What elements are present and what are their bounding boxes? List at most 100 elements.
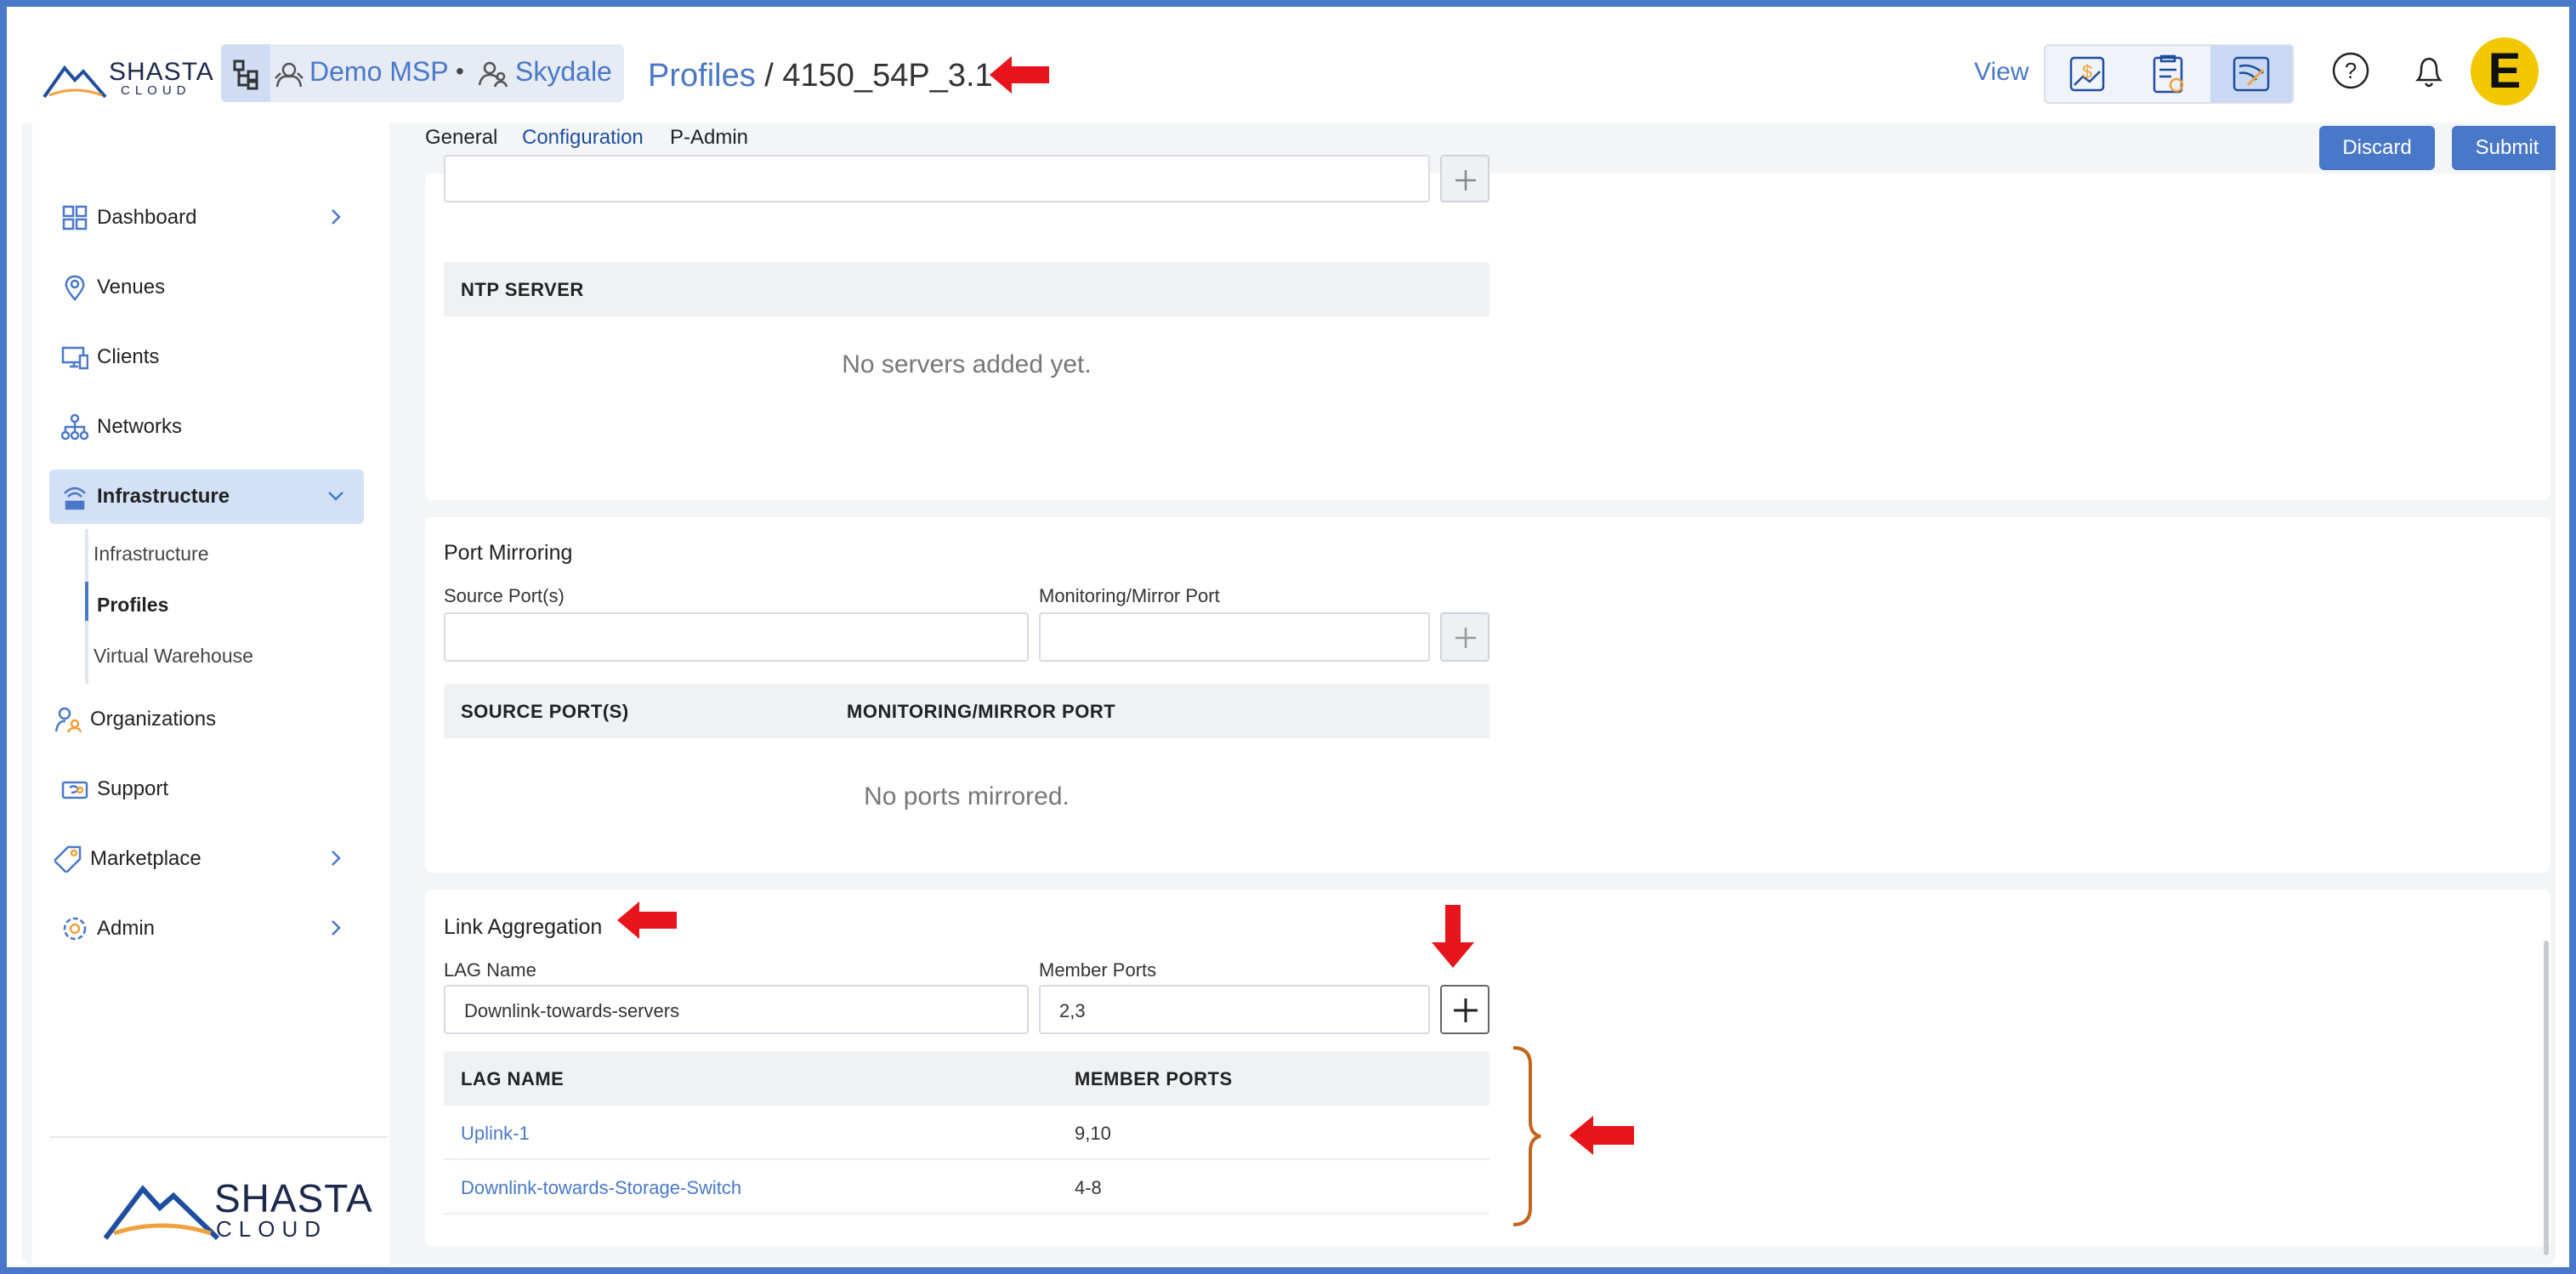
sidebar-item-label: Networks bbox=[97, 415, 183, 438]
chevron-down-icon bbox=[328, 492, 343, 501]
subitem-profiles[interactable]: Profiles bbox=[97, 594, 168, 617]
annotation-arrow-left bbox=[617, 901, 677, 939]
column-source-ports: SOURCE PORT(S) bbox=[461, 701, 629, 722]
source-ports-input[interactable] bbox=[444, 612, 1029, 662]
breadcrumb-profiles[interactable]: Profiles bbox=[648, 58, 756, 94]
sidebar-item-clients[interactable]: Clients bbox=[49, 330, 364, 384]
breadcrumb: Profiles / 4150_54P_3.1 bbox=[648, 58, 993, 94]
context-switcher[interactable]: Demo MSP • Skydale bbox=[221, 44, 624, 102]
member-ports-cell: 4-8 bbox=[1075, 1177, 1102, 1198]
sidebar-item-support[interactable]: Support bbox=[49, 762, 364, 816]
breadcrumb-sep: / bbox=[764, 58, 774, 94]
subitem-virtual-warehouse[interactable]: Virtual Warehouse bbox=[94, 645, 253, 668]
add-ntp-button[interactable] bbox=[1440, 155, 1489, 202]
column-mirror-port: MONITORING/MIRROR PORT bbox=[847, 701, 1116, 722]
tab-configuration[interactable]: Configuration bbox=[522, 126, 644, 150]
network-icon bbox=[2233, 56, 2270, 92]
port-mirroring-title: Port Mirroring bbox=[444, 541, 573, 565]
sidebar-item-label: Support bbox=[97, 777, 169, 800]
sidebar-item-label: Organizations bbox=[90, 708, 217, 731]
table-row[interactable]: Downlink-towards-Storage-Switch 4-8 bbox=[444, 1160, 1489, 1214]
chevron-right-icon bbox=[332, 209, 341, 225]
source-ports-label: Source Port(s) bbox=[444, 585, 565, 606]
table-row[interactable]: Uplink-1 9,10 bbox=[444, 1106, 1489, 1160]
shasta-logo[interactable]: SHASTA CLOUD bbox=[43, 54, 213, 99]
organizations-icon bbox=[54, 707, 82, 733]
breadcrumb-current: 4150_54P_3.1 bbox=[782, 58, 993, 94]
sidebar-item-dashboard[interactable]: Dashboard bbox=[49, 191, 364, 245]
sidebar-item-label: Venues bbox=[97, 276, 166, 299]
lag-name-label: LAG Name bbox=[444, 959, 536, 981]
help-icon[interactable]: ? bbox=[2331, 51, 2370, 90]
devices-icon bbox=[61, 346, 88, 370]
plus-icon bbox=[1455, 628, 1476, 648]
sidebar-item-infrastructure[interactable]: Infrastructure bbox=[49, 469, 364, 524]
ntp-card: NTP SERVER No servers added yet. bbox=[425, 155, 2550, 500]
tab-general[interactable]: General bbox=[425, 126, 497, 150]
sidebar-item-label: Dashboard bbox=[97, 206, 197, 229]
tab-p-admin[interactable]: P-Admin bbox=[670, 126, 748, 150]
add-mirror-button[interactable] bbox=[1440, 612, 1489, 662]
lag-table-header: LAG NAME MEMBER PORTS bbox=[444, 1051, 1489, 1106]
sidebar-item-admin[interactable]: Admin bbox=[49, 901, 364, 956]
org-name[interactable]: Skydale bbox=[515, 56, 612, 88]
link-aggregation-title: Link Aggregation bbox=[444, 915, 603, 939]
mountain-logo-icon bbox=[43, 65, 107, 99]
link-aggregation-card: Link Aggregation LAG Name Member Ports D… bbox=[425, 890, 2550, 1247]
plus-icon bbox=[1455, 170, 1476, 191]
mirror-port-label: Monitoring/Mirror Port bbox=[1039, 585, 1220, 606]
subitem-infrastructure[interactable]: Infrastructure bbox=[94, 543, 209, 566]
lag-name-cell[interactable]: Uplink-1 bbox=[461, 1123, 530, 1145]
annotation-arrow-left bbox=[990, 56, 1049, 94]
bell-icon[interactable] bbox=[2409, 51, 2448, 92]
column-ntp-server: NTP SERVER bbox=[461, 279, 584, 300]
dashboard-icon bbox=[62, 205, 88, 230]
add-lag-button[interactable] bbox=[1440, 985, 1489, 1034]
msp-name[interactable]: Demo MSP bbox=[309, 56, 449, 88]
hierarchy-icon[interactable] bbox=[221, 44, 270, 102]
view-billing-button[interactable]: $ bbox=[2045, 46, 2127, 102]
annotation-bracket bbox=[1512, 1046, 1541, 1226]
top-header: SHASTA CLOUD Demo MSP • Skydale Profiles… bbox=[22, 22, 2556, 122]
ntp-table-header: NTP SERVER bbox=[444, 262, 1489, 316]
lag-name-cell[interactable]: Downlink-towards-Storage-Switch bbox=[461, 1177, 741, 1199]
logo-sub: CLOUD bbox=[121, 83, 191, 98]
sidebar-item-venues[interactable]: Venues bbox=[49, 260, 364, 315]
mirror-port-input[interactable] bbox=[1039, 612, 1430, 662]
chevron-right-icon bbox=[332, 920, 341, 936]
member-ports-input[interactable]: 2,3 bbox=[1039, 985, 1430, 1034]
report-icon bbox=[2153, 54, 2184, 94]
context-separator: • bbox=[456, 58, 464, 84]
submit-button[interactable]: Submit bbox=[2452, 126, 2556, 170]
sidebar-item-networks[interactable]: Networks bbox=[49, 400, 364, 454]
network-tree-icon bbox=[61, 413, 88, 441]
app-window: SHASTA CLOUD Demo MSP • Skydale Profiles… bbox=[22, 22, 2556, 1265]
view-report-button[interactable] bbox=[2127, 46, 2209, 102]
discard-button[interactable]: Discard bbox=[2319, 126, 2435, 170]
member-ports-label: Member Ports bbox=[1039, 959, 1157, 981]
scrollbar-thumb[interactable] bbox=[2544, 941, 2549, 1255]
column-member-ports: MEMBER PORTS bbox=[1075, 1068, 1233, 1089]
logo-word: SHASTA bbox=[109, 58, 214, 86]
mirror-table-header: SOURCE PORT(S) MONITORING/MIRROR PORT bbox=[444, 684, 1489, 738]
admin-gear-icon bbox=[63, 917, 87, 941]
lag-name-input[interactable]: Downlink-towards-servers bbox=[444, 985, 1029, 1034]
infrastructure-icon bbox=[64, 486, 86, 510]
mountain-logo-icon bbox=[103, 1185, 220, 1241]
footer-logo: SHASTA CLOUD bbox=[102, 1172, 372, 1248]
footer-logo-sub: CLOUD bbox=[216, 1216, 328, 1242]
ntp-server-input[interactable] bbox=[444, 155, 1430, 202]
annotation-arrow-down bbox=[1432, 905, 1474, 968]
org-icon bbox=[478, 61, 508, 88]
avatar-letter: E bbox=[2488, 43, 2522, 99]
svg-text:?: ? bbox=[2345, 58, 2357, 83]
sidebar-item-organizations[interactable]: Organizations bbox=[43, 692, 357, 747]
user-avatar[interactable]: E bbox=[2471, 37, 2539, 105]
view-network-button[interactable] bbox=[2210, 46, 2292, 102]
sidebar-divider bbox=[49, 1136, 388, 1138]
view-switcher: $ bbox=[2044, 44, 2294, 104]
sidebar-item-marketplace[interactable]: Marketplace bbox=[43, 832, 357, 886]
member-ports-cell: 9,10 bbox=[1075, 1123, 1111, 1144]
svg-text:$: $ bbox=[2082, 61, 2092, 82]
sidebar-item-label: Clients bbox=[97, 345, 160, 368]
